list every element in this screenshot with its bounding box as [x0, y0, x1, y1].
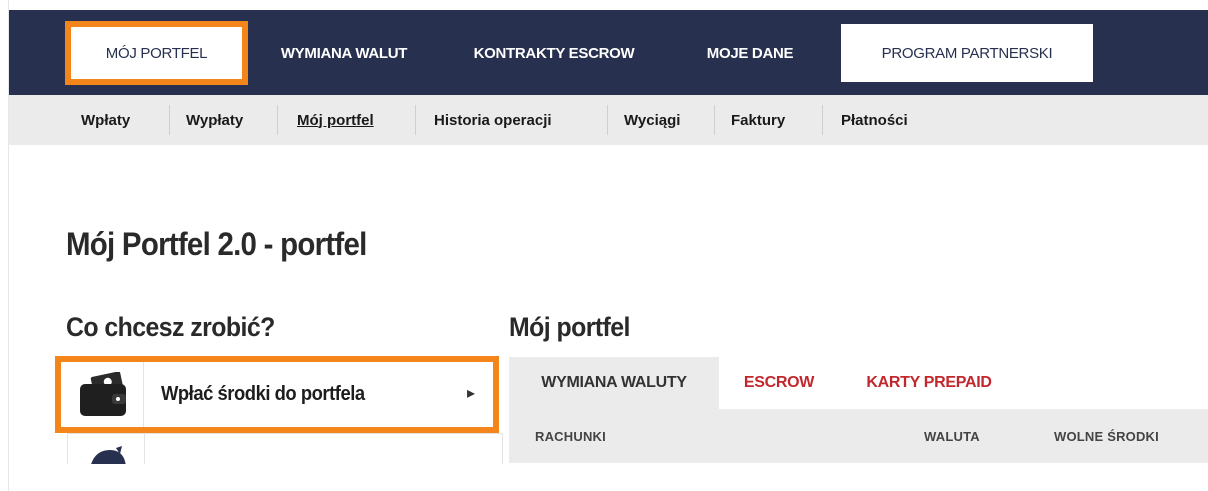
topnav-my-data[interactable]: MOJE DANE: [685, 24, 815, 82]
actions-heading: Co chcesz zrobić?: [66, 312, 275, 342]
left-frame-edge: [0, 0, 9, 491]
subnav-divider: [277, 105, 278, 135]
column-accounts: RACHUNKI: [535, 429, 606, 444]
wallet-heading: Mój portfel: [509, 312, 630, 342]
tab-escrow[interactable]: ESCROW: [719, 357, 839, 409]
sub-navigation: Wpłaty Wypłaty Mój portfel Historia oper…: [9, 95, 1208, 145]
action-divider: [143, 362, 144, 427]
column-currency: WALUTA: [924, 429, 980, 444]
subnav-payments[interactable]: Płatności: [841, 95, 908, 145]
subnav-statements[interactable]: Wyciągi: [624, 95, 680, 145]
subnav-divider: [169, 105, 170, 135]
top-navigation: MÓJ PORTFEL WYMIANA WALUT KONTRAKTY ESCR…: [9, 10, 1208, 95]
subnav-divider: [714, 105, 715, 135]
wallet-tabs: WYMIANA WALUTY ESCROW KARTY PREPAID: [509, 357, 1019, 409]
subnav-divider: [415, 105, 416, 135]
subnav-my-wallet[interactable]: Mój portfel: [297, 95, 374, 145]
deposit-funds-button[interactable]: Wpłać środki do portfela ▸: [55, 356, 499, 433]
topnav-currency-exchange[interactable]: WYMIANA WALUT: [259, 24, 429, 82]
page-title: Mój Portfel 2.0 - portfel: [66, 226, 367, 262]
piggy-bank-icon: [86, 446, 128, 464]
subnav-divider: [607, 105, 608, 135]
subnav-history[interactable]: Historia operacji: [434, 95, 552, 145]
accounts-table-header: RACHUNKI WALUTA WOLNE ŚRODKI: [509, 409, 1208, 463]
topnav-escrow-contracts[interactable]: KONTRAKTY ESCROW: [449, 24, 659, 82]
tab-prepaid-cards[interactable]: KARTY PREPAID: [839, 357, 1019, 409]
column-free-funds: WOLNE ŚRODKI: [1054, 429, 1159, 444]
tab-currency-exchange[interactable]: WYMIANA WALUTY: [509, 357, 719, 409]
action-divider: [144, 434, 145, 464]
subnav-deposits[interactable]: Wpłaty: [81, 95, 130, 145]
wallet-icon: [78, 371, 134, 418]
chevron-right-icon: ▸: [466, 385, 475, 402]
action-item-2[interactable]: [67, 433, 503, 464]
topnav-my-wallet[interactable]: MÓJ PORTFEL: [65, 21, 248, 85]
subnav-divider: [822, 105, 823, 135]
subnav-invoices[interactable]: Faktury: [731, 95, 785, 145]
topnav-partner-program[interactable]: PROGRAM PARTNERSKI: [841, 24, 1093, 82]
subnav-withdrawals[interactable]: Wypłaty: [186, 95, 243, 145]
deposit-funds-label: Wpłać środki do portfela: [161, 383, 365, 405]
